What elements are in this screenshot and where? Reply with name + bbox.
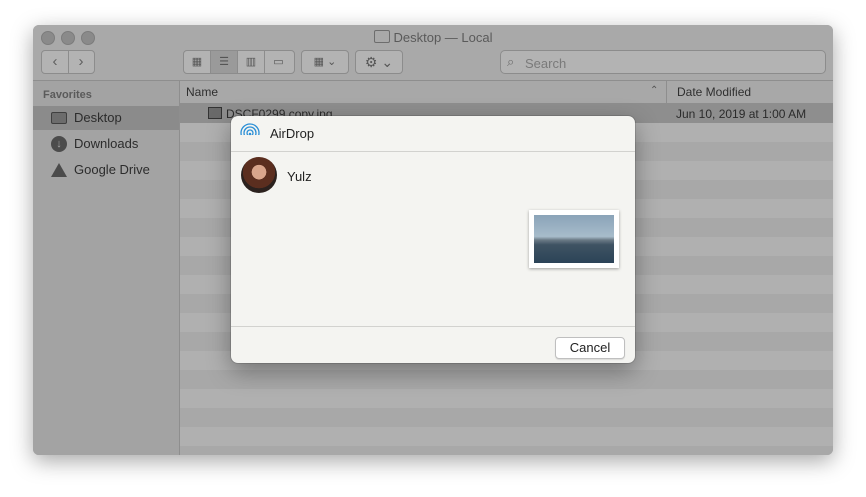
folder-icon xyxy=(373,30,390,43)
sidebar: Favorites Desktop ↓ Downloads Google Dri… xyxy=(33,81,180,455)
action-gear-button[interactable]: ⚙ ⌄ xyxy=(355,50,403,74)
sort-ascending-icon[interactable]: ⌃ xyxy=(650,85,658,96)
airdrop-footer: Cancel xyxy=(231,326,635,363)
sidebar-section-favorites: Favorites xyxy=(43,89,92,101)
sidebar-item-label: Desktop xyxy=(74,110,122,125)
empty-row-stripe xyxy=(180,427,833,446)
image-file-icon xyxy=(208,107,222,119)
title-bar: Desktop — Local ‹ › ▦ ☰ ▥ ▭ ▦ ⌄ ⚙ ⌄ ⌕ xyxy=(33,25,833,81)
search-input[interactable] xyxy=(523,53,817,73)
column-divider[interactable] xyxy=(666,81,667,103)
photo-preview xyxy=(534,215,614,263)
sidebar-item-label: Downloads xyxy=(74,136,139,151)
icon-view-button[interactable]: ▦ xyxy=(184,51,211,73)
sidebar-item-downloads[interactable]: ↓ Downloads xyxy=(33,132,179,156)
view-mode-group: ▦ ☰ ▥ ▭ xyxy=(183,50,295,74)
column-header: Name ⌃ Date Modified xyxy=(180,81,833,104)
google-drive-icon xyxy=(51,163,67,177)
shared-file-thumbnail xyxy=(529,210,619,268)
recipient-name: Yulz xyxy=(287,169,312,184)
navigation-group: ‹ › xyxy=(41,50,95,74)
airdrop-icon xyxy=(240,123,260,143)
sidebar-item-google-drive[interactable]: Google Drive xyxy=(33,158,179,182)
avatar xyxy=(241,157,277,193)
downloads-icon: ↓ xyxy=(51,136,67,152)
desktop-icon xyxy=(51,112,67,124)
empty-row-stripe xyxy=(180,370,833,389)
file-date-modified: Jun 10, 2019 at 1:00 AM xyxy=(676,107,807,121)
cancel-button[interactable]: Cancel xyxy=(555,337,625,359)
list-view-button[interactable]: ☰ xyxy=(211,51,238,73)
empty-row-stripe xyxy=(180,408,833,427)
gallery-view-button[interactable]: ▭ xyxy=(265,51,292,73)
back-button[interactable]: ‹ xyxy=(42,51,69,73)
airdrop-recipient[interactable]: Yulz xyxy=(241,157,381,195)
search-field[interactable]: ⌕ xyxy=(500,50,826,74)
sidebar-item-desktop[interactable]: Desktop xyxy=(33,106,179,130)
window-title: Desktop — Local xyxy=(33,30,833,45)
date-modified-column-header[interactable]: Date Modified xyxy=(677,85,751,99)
empty-row-stripe xyxy=(180,389,833,408)
airdrop-dialog: AirDrop Yulz Cancel xyxy=(231,116,635,363)
sidebar-item-label: Google Drive xyxy=(74,162,150,177)
name-column-header[interactable]: Name xyxy=(186,85,218,99)
column-view-button[interactable]: ▥ xyxy=(238,51,265,73)
airdrop-header: AirDrop xyxy=(231,116,635,152)
forward-button[interactable]: › xyxy=(68,51,94,73)
group-by-button[interactable]: ▦ ⌄ xyxy=(301,50,349,74)
airdrop-title: AirDrop xyxy=(270,126,315,141)
search-icon: ⌕ xyxy=(507,54,515,69)
